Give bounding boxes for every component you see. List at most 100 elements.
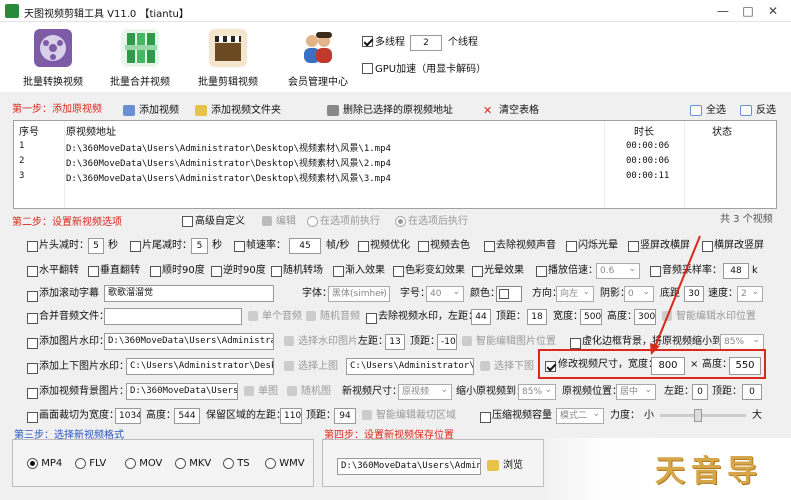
shadow-select[interactable]: 0 — [624, 286, 654, 302]
random-audio-button[interactable]: 随机音频 — [306, 309, 360, 325]
light-checkbox[interactable] — [472, 266, 483, 277]
tail-trim-checkbox[interactable] — [130, 241, 141, 252]
advanced-toggle[interactable] — [182, 216, 193, 228]
size-select[interactable]: 40 — [426, 286, 464, 302]
font-select[interactable]: 黑体(simhei) — [328, 286, 390, 302]
head-trim-checkbox[interactable] — [27, 241, 38, 252]
tail-trim-input[interactable]: 5 — [191, 238, 208, 254]
vsplit-checkbox[interactable] — [628, 241, 639, 252]
after-radio-dot[interactable] — [395, 216, 406, 227]
scroll-checkbox[interactable] — [27, 291, 38, 302]
crop-height-input[interactable]: 544 — [174, 408, 200, 424]
flash-checkbox[interactable] — [566, 241, 577, 252]
pos-select[interactable]: 居中 — [616, 384, 656, 400]
audio-rate-checkbox[interactable] — [650, 266, 661, 277]
minimize-button[interactable]: — — [715, 3, 731, 19]
ccw90-checkbox[interactable] — [211, 266, 222, 277]
compress-mode-select[interactable]: 模式二 — [556, 408, 604, 424]
tb-img-checkbox[interactable] — [27, 363, 38, 374]
format-mp4-radio[interactable] — [27, 457, 38, 469]
select-top-button[interactable]: 选择上图 — [284, 359, 338, 375]
img-wm-checkbox[interactable] — [27, 338, 38, 349]
hsplit-checkbox[interactable] — [702, 241, 713, 252]
select-all-button[interactable]: 全选 — [690, 101, 726, 116]
select-bottom-button[interactable]: 选择下图 — [480, 359, 534, 375]
format-mkv-option[interactable]: MKV — [175, 456, 211, 472]
single-bg-button[interactable]: 单图 — [244, 384, 278, 400]
batch-merge-button[interactable]: 批量合并视频 — [95, 22, 185, 90]
before-radio-dot[interactable] — [307, 216, 318, 227]
smart-img-button[interactable]: 智能编辑图片位置 — [462, 334, 556, 350]
merge-audio-checkbox[interactable] — [27, 313, 38, 324]
resize-checkbox[interactable] — [545, 361, 556, 372]
format-ts-radio[interactable] — [223, 457, 234, 469]
col-header-status[interactable]: 状态 — [712, 123, 732, 138]
blur-scale-select[interactable]: 85% — [720, 334, 764, 350]
format-mov-option[interactable]: MOV — [125, 456, 162, 472]
table-row[interactable]: 3 D:\360MoveData\Users\Administrator\Des… — [14, 169, 776, 184]
format-mkv-radio[interactable] — [175, 457, 186, 469]
random-trans-checkbox[interactable] — [271, 266, 282, 277]
decolor-checkbox[interactable] — [418, 241, 429, 252]
select-wm-button[interactable]: 选择水印图片 — [284, 334, 358, 350]
format-ts-option[interactable]: TS — [223, 456, 250, 472]
member-center-button[interactable]: 会员管理中心 — [273, 22, 363, 90]
invert-select-button[interactable]: 反选 — [740, 101, 776, 116]
color-picker[interactable] — [496, 286, 522, 302]
maximize-button[interactable]: □ — [740, 3, 756, 19]
remove-audio-checkbox[interactable] — [484, 241, 495, 252]
add-video-button[interactable]: 添加视频 — [123, 101, 179, 116]
keep-left-input[interactable]: 110 — [280, 408, 302, 424]
clear-table-button[interactable]: ✕ 清空表格 — [483, 101, 539, 117]
bottom-input[interactable]: 30 — [684, 286, 704, 302]
multithread-checkbox[interactable] — [362, 36, 373, 47]
save-path-input[interactable]: D:\360MoveData\Users\Administr — [337, 458, 481, 475]
edit-button[interactable]: 编辑 — [262, 214, 296, 230]
crop-checkbox[interactable] — [27, 412, 38, 423]
wm-height-input[interactable]: 300 — [634, 309, 656, 325]
bg-img-path-input[interactable]: D:\360MoveData\Users\Adm — [126, 383, 238, 400]
vflip-checkbox[interactable] — [88, 266, 99, 277]
random-bg-button[interactable]: 随机图 — [287, 384, 331, 400]
col-header-path[interactable]: 原视频地址 — [66, 123, 116, 138]
add-folder-button[interactable]: 添加视频文件夹 — [195, 101, 281, 116]
table-row[interactable]: 1 D:\360MoveData\Users\Administrator\Des… — [14, 139, 776, 154]
video-table[interactable]: 序号 原视频地址 时长 状态 1 D:\360MoveData\Users\Ad… — [13, 120, 777, 209]
format-flv-option[interactable]: FLV — [75, 456, 106, 472]
format-mov-radio[interactable] — [125, 457, 136, 469]
audio-path-input[interactable] — [104, 308, 242, 325]
batch-convert-button[interactable]: 批量转换视频 — [8, 22, 98, 90]
gpu-toggle[interactable] — [362, 63, 373, 75]
advanced-checkbox[interactable] — [182, 216, 193, 227]
strength-slider-track[interactable] — [660, 414, 746, 417]
fade-in-checkbox[interactable] — [333, 266, 344, 277]
direction-select[interactable]: 向左 — [556, 286, 594, 302]
scale-select[interactable]: 85% — [518, 384, 556, 400]
head-trim-input[interactable]: 5 — [88, 238, 104, 254]
img-wm-path-input[interactable]: D:\360MoveData\Users\Administrator\De — [104, 333, 274, 350]
bg-img-checkbox[interactable] — [27, 388, 38, 399]
col-header-duration[interactable]: 时长 — [634, 123, 654, 138]
keep-top-input[interactable]: 94 — [334, 408, 356, 424]
strength-slider-thumb[interactable] — [694, 409, 702, 422]
top-img-path-input[interactable]: C:\Users\Administrator\Desktop\T — [126, 358, 274, 375]
new-size-select[interactable]: 原视频 — [398, 384, 452, 400]
bg-top-input[interactable]: 0 — [742, 384, 762, 400]
after-radio[interactable] — [395, 216, 406, 228]
col-header-index[interactable]: 序号 — [19, 123, 39, 138]
scroll-text-input[interactable]: 歌歌溜溜觉 — [104, 285, 274, 302]
table-row[interactable]: 2 D:\360MoveData\Users\Administrator\Des… — [14, 154, 776, 169]
format-flv-radio[interactable] — [75, 457, 86, 469]
resize-width-input[interactable]: 800 — [651, 357, 685, 375]
multithread-toggle[interactable] — [362, 36, 373, 48]
single-audio-button[interactable]: 单个音频 — [248, 309, 302, 325]
wm-width-input[interactable]: 500 — [580, 309, 602, 325]
fps-input[interactable]: 45 — [289, 238, 321, 254]
remove-wm-checkbox[interactable] — [366, 313, 377, 324]
color-change-checkbox[interactable] — [393, 266, 404, 277]
wm-top-input[interactable]: 18 — [527, 309, 547, 325]
speed-select[interactable]: 0.6 — [596, 263, 640, 279]
hflip-checkbox[interactable] — [27, 266, 38, 277]
format-wmv-radio[interactable] — [265, 457, 276, 469]
img-top-input[interactable]: -104 — [437, 334, 457, 350]
